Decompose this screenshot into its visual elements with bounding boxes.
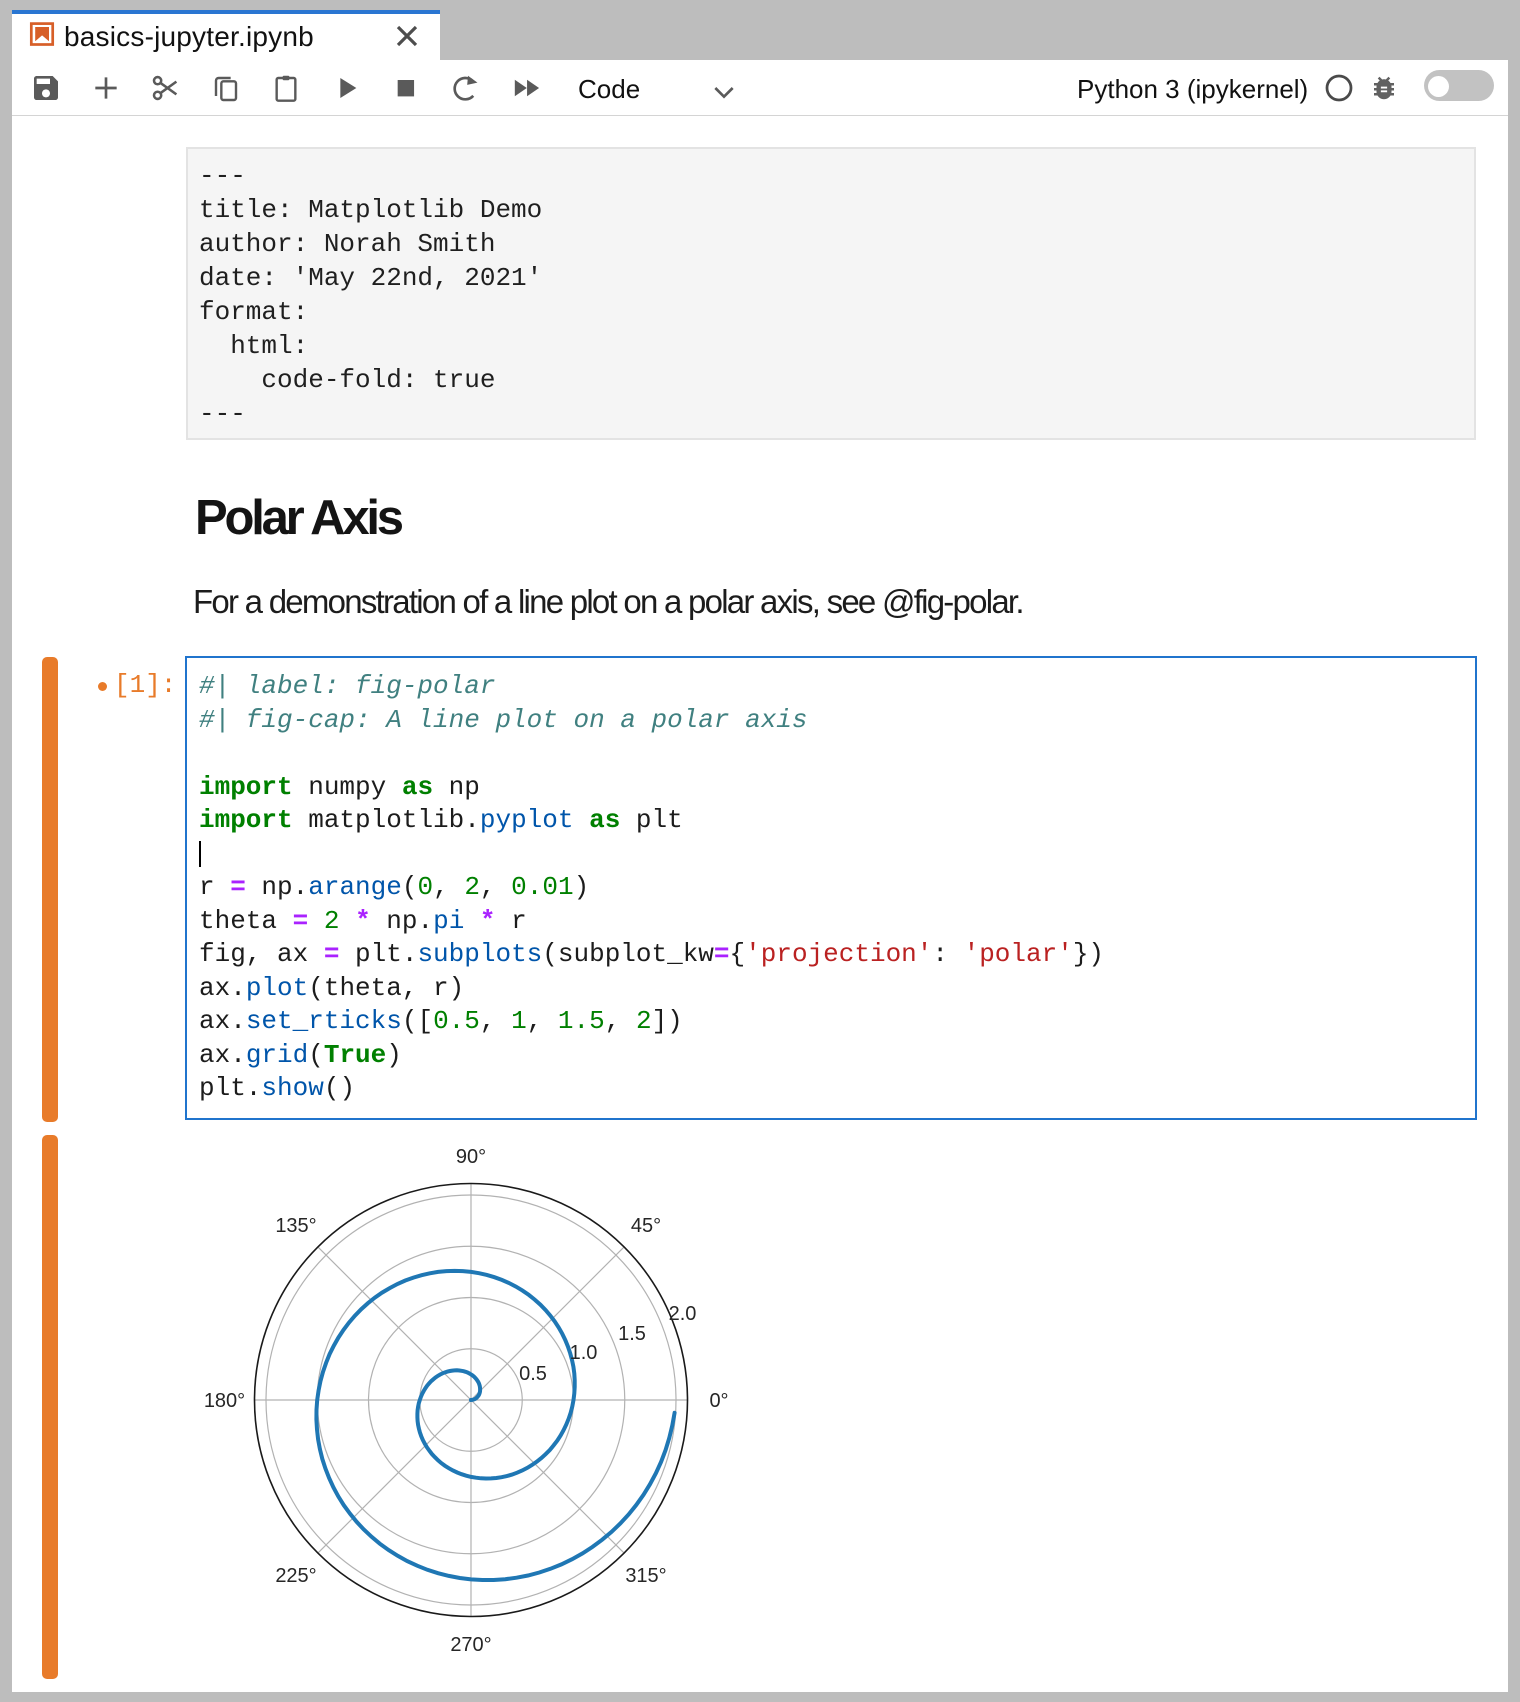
svg-text:45°: 45°	[631, 1215, 661, 1237]
svg-text:1.5: 1.5	[618, 1323, 646, 1345]
svg-text:0°: 0°	[709, 1390, 728, 1412]
svg-text:1.0: 1.0	[570, 1342, 598, 1364]
svg-text:135°: 135°	[275, 1215, 316, 1237]
svg-text:270°: 270°	[450, 1634, 491, 1656]
svg-text:180°: 180°	[204, 1390, 245, 1412]
svg-text:2.0: 2.0	[669, 1303, 697, 1325]
svg-text:90°: 90°	[456, 1146, 486, 1168]
svg-text:315°: 315°	[625, 1565, 666, 1587]
svg-text:0.5: 0.5	[519, 1363, 547, 1385]
svg-text:225°: 225°	[275, 1565, 316, 1587]
